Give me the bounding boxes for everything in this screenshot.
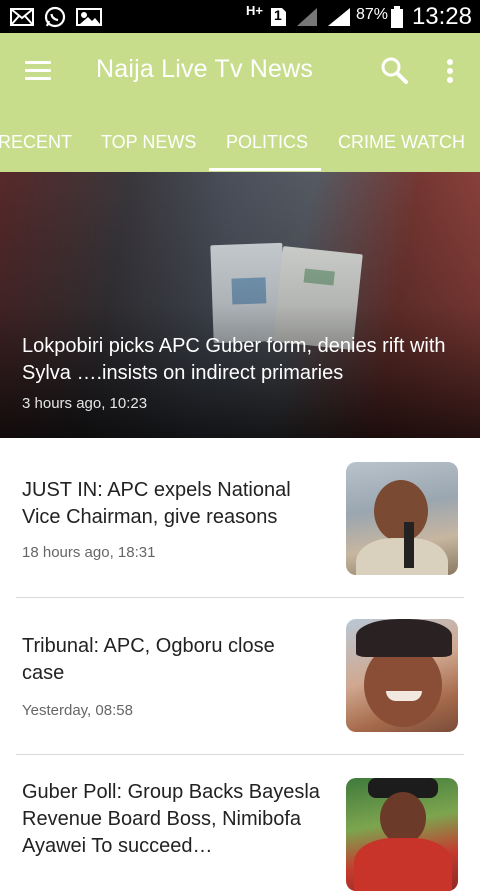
category-tabs: RECENT TOP NEWS POLITICS CRIME WATCH <box>0 126 480 172</box>
article-timestamp: 18 hours ago, 18:31 <box>22 544 156 561</box>
article-timestamp: Yesterday, 08:58 <box>22 702 133 719</box>
no-signal-icon <box>295 7 319 26</box>
app-bar: Naija Live Tv News RECENT TOP NEWS POLIT… <box>0 33 480 172</box>
list-item[interactable]: Guber Poll: Group Backs Bayesla Revenue … <box>0 755 480 891</box>
email-icon <box>10 7 34 26</box>
whatsapp-icon <box>43 6 67 27</box>
menu-icon[interactable] <box>22 55 54 87</box>
tab-top-news[interactable]: TOP NEWS <box>101 132 196 153</box>
article-thumbnail <box>346 778 458 891</box>
sim-number: 1 <box>274 7 282 23</box>
app-title: Naija Live Tv News <box>96 55 314 83</box>
article-thumbnail <box>346 462 458 575</box>
selected-tab-indicator <box>209 168 321 171</box>
photo-icon <box>76 7 102 26</box>
article-title: Tribunal: APC, Ogboru close case <box>22 635 275 684</box>
signal-icon <box>326 7 352 26</box>
featured-article[interactable]: Lokpobiri picks APC Guber form, denies r… <box>0 172 480 438</box>
article-title: Guber Poll: Group Backs Bayesla Revenue … <box>22 781 320 857</box>
search-icon[interactable] <box>378 54 412 88</box>
more-vert-icon[interactable] <box>438 55 462 87</box>
featured-title: Lokpobiri picks APC Guber form, denies r… <box>22 335 446 384</box>
article-title: JUST IN: APC expels National Vice Chairm… <box>22 479 291 528</box>
network-type-label: H+ <box>246 3 263 18</box>
battery-percent: 87% <box>356 6 389 23</box>
status-bar: H+ 1 87% 13:28 <box>0 0 480 33</box>
article-thumbnail <box>346 619 458 732</box>
list-item[interactable]: JUST IN: APC expels National Vice Chairm… <box>0 438 480 598</box>
battery-icon <box>390 5 404 28</box>
status-time: 13:28 <box>411 3 472 30</box>
tab-recent[interactable]: RECENT <box>0 132 72 153</box>
tab-crime-watch[interactable]: CRIME WATCH <box>338 132 465 153</box>
list-item[interactable]: Tribunal: APC, Ogboru close case Yesterd… <box>0 598 480 755</box>
tab-politics[interactable]: POLITICS <box>226 132 308 153</box>
featured-timestamp: 3 hours ago, 10:23 <box>22 395 148 412</box>
